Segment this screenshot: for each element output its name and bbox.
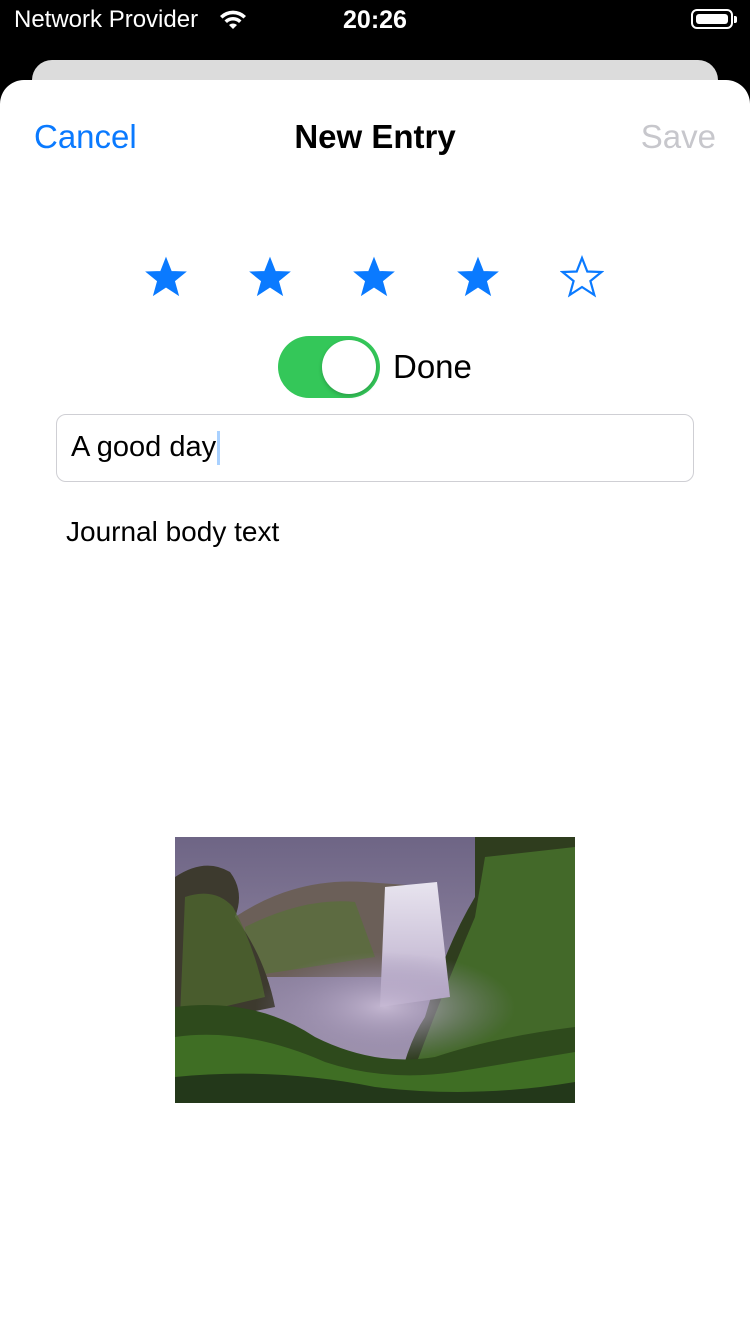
- done-toggle[interactable]: [278, 336, 380, 398]
- battery-icon: [691, 9, 737, 29]
- title-input[interactable]: A good day: [56, 414, 694, 482]
- star-rating: [0, 255, 750, 305]
- navigation-bar: Cancel New Entry Save: [0, 80, 750, 190]
- save-button[interactable]: Save: [641, 118, 716, 156]
- star-2-icon[interactable]: [248, 255, 292, 299]
- body-text-area[interactable]: Journal body text: [66, 516, 686, 716]
- done-label: Done: [393, 348, 472, 385]
- toggle-knob: [322, 340, 376, 394]
- text-cursor: [217, 431, 221, 466]
- star-5-icon[interactable]: [560, 255, 604, 299]
- new-entry-sheet: Cancel New Entry Save Done A good day Jo…: [0, 80, 750, 1334]
- star-4-icon[interactable]: [456, 255, 500, 299]
- body-text-value: Journal body text: [66, 516, 280, 547]
- star-1-icon[interactable]: [144, 255, 188, 299]
- entry-photo[interactable]: [175, 837, 575, 1103]
- star-3-icon[interactable]: [352, 255, 396, 299]
- page-title: New Entry: [294, 118, 456, 155]
- done-toggle-row: Done: [278, 336, 578, 398]
- clock: 20:26: [343, 6, 407, 34]
- status-bar: Network Provider 20:26: [0, 0, 750, 44]
- title-input-value: A good day: [71, 431, 217, 463]
- waterfall-photo-icon: [175, 837, 575, 1103]
